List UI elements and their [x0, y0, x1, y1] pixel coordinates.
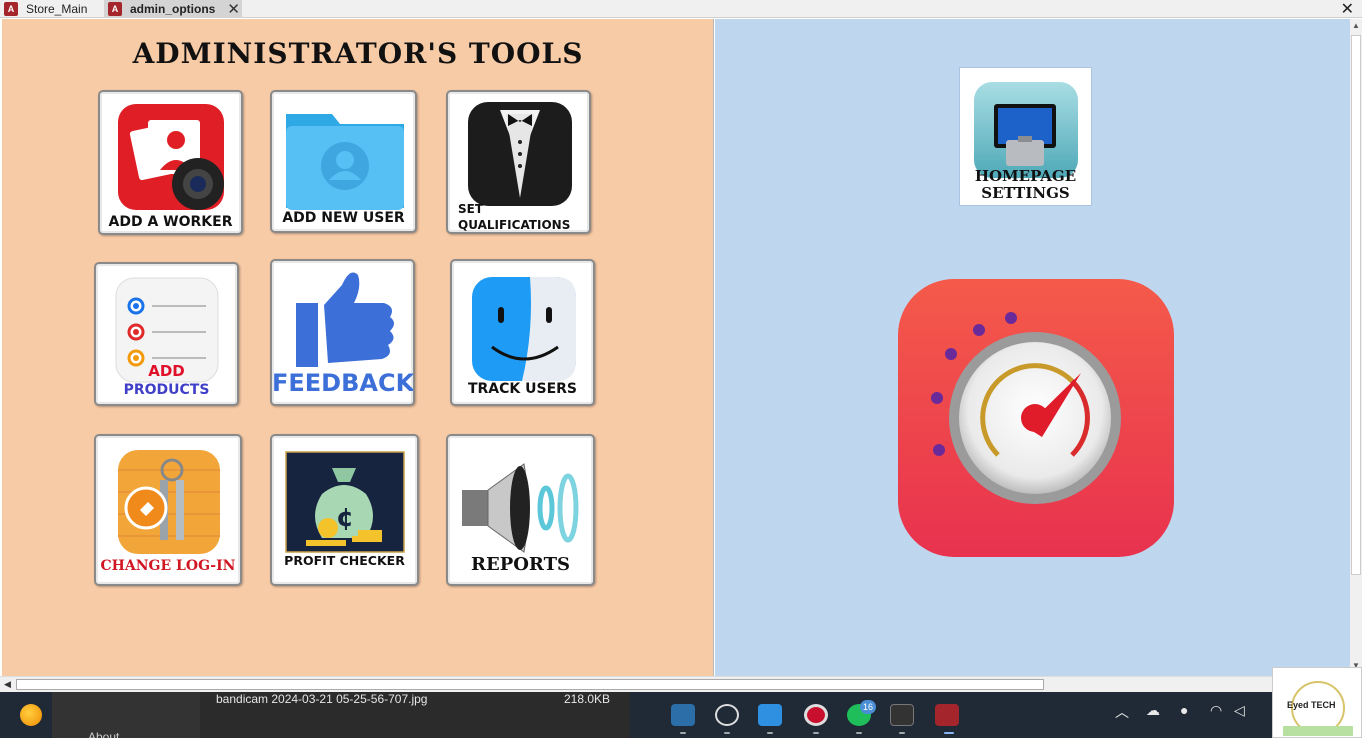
add-products-button[interactable]: ADD PRODUCTS — [94, 262, 239, 406]
horizontal-scrollbar[interactable]: ◀ — [0, 676, 1362, 692]
set-qualifications-button[interactable]: SET QUALIFICATIONS — [446, 90, 591, 234]
file-size: 218.0KB — [564, 692, 611, 706]
document-tab-bar: A Store_Main A admin_options ✕ ✕ — [0, 0, 1362, 18]
close-window-icon[interactable]: ✕ — [1341, 0, 1354, 19]
tab-close-icon[interactable]: ✕ — [227, 0, 240, 18]
weather-icon[interactable] — [20, 704, 42, 726]
homepage-settings-button[interactable]: HOMEPAGE SETTINGS — [959, 67, 1092, 206]
record-icon[interactable] — [804, 704, 828, 726]
change-login-button[interactable]: CHANGE LOG-IN — [94, 434, 242, 586]
microphone-icon[interactable]: ● — [1180, 702, 1188, 718]
ms-access-icon: A — [108, 2, 122, 16]
tab-label: admin_options — [130, 2, 216, 16]
taskbar-indicator — [813, 732, 819, 734]
homepage-settings-label: SETTINGS — [981, 184, 1070, 202]
brand-text: Eyed TECH — [1287, 700, 1336, 710]
chatgpt-icon[interactable] — [715, 704, 739, 726]
feedback-button[interactable]: FEEDBACK — [270, 259, 415, 406]
speedometer-icon[interactable] — [896, 277, 1176, 559]
about-item[interactable]: About — [88, 730, 119, 738]
wifi-icon[interactable]: ◠ — [1210, 702, 1222, 719]
tab-admin-options[interactable]: A admin_options ✕ — [104, 0, 242, 18]
add-new-user-button[interactable]: ADD NEW USER — [270, 90, 417, 233]
homepage-settings-label: HOMEPAGE — [974, 167, 1077, 185]
track-users-button[interactable]: TRACK USERS — [450, 259, 595, 406]
tile-label: ADD A WORKER — [108, 214, 233, 230]
page-title: ADMINISTRATOR'S TOOLS — [132, 37, 584, 70]
taskbar-indicator — [767, 732, 773, 734]
notification-badge: 16 — [860, 700, 876, 714]
taskbar-indicator — [856, 732, 862, 734]
file-name: bandicam 2024-03-21 05-25-56-707.jpg — [216, 692, 428, 706]
taskbar: bandicam 2024-03-21 05-25-56-707.jpg 218… — [0, 692, 1362, 738]
tile-label: FEEDBACK — [272, 369, 415, 397]
tile-label: SET — [458, 202, 484, 216]
eyedtech-logo: Eyed TECH — [1272, 667, 1362, 738]
terminal-icon[interactable] — [890, 704, 914, 726]
tile-label: ADD NEW USER — [282, 210, 405, 226]
chevron-up-icon[interactable]: ︿ — [1115, 702, 1129, 722]
tile-label: PROFIT CHECKER — [284, 553, 405, 568]
add-worker-button[interactable]: ADD A WORKER — [98, 90, 243, 235]
scroll-thumb[interactable] — [16, 679, 1044, 690]
tab-label: Store_Main — [26, 2, 88, 16]
speaker-volume-icon[interactable]: ◁ — [1234, 702, 1245, 719]
tile-label: REPORTS — [471, 554, 570, 575]
tile-label: PRODUCTS — [123, 382, 210, 398]
taskbar-indicator — [724, 732, 730, 734]
ms-access-icon: A — [4, 2, 18, 16]
cloud-icon[interactable]: ☁ — [1146, 702, 1160, 719]
taskbar-indicator — [944, 732, 954, 734]
taskbar-indicator — [899, 732, 905, 734]
profit-checker-button[interactable]: ¢ PROFIT CHECKER — [270, 434, 419, 586]
file-explorer-icon[interactable] — [671, 704, 695, 726]
vscode-icon[interactable] — [758, 704, 782, 726]
reports-button[interactable]: REPORTS — [446, 434, 595, 586]
taskbar-indicator — [680, 732, 686, 734]
svg-text:¢: ¢ — [336, 503, 354, 533]
tile-label: CHANGE LOG-IN — [100, 558, 236, 574]
scroll-up-arrow-icon[interactable]: ▲ — [1352, 21, 1360, 30]
ms-access-icon[interactable] — [935, 704, 959, 726]
tile-label: QUALIFICATIONS — [458, 218, 571, 232]
scroll-left-arrow-icon[interactable]: ◀ — [4, 679, 11, 690]
vertical-scrollbar[interactable]: ▲ ▼ — [1350, 19, 1362, 676]
tile-label: ADD — [148, 362, 185, 380]
file-panel-sidebar — [52, 692, 200, 738]
tab-store-main[interactable]: A Store_Main — [4, 0, 100, 18]
scroll-thumb[interactable] — [1351, 35, 1361, 575]
tile-label: TRACK USERS — [467, 381, 578, 397]
